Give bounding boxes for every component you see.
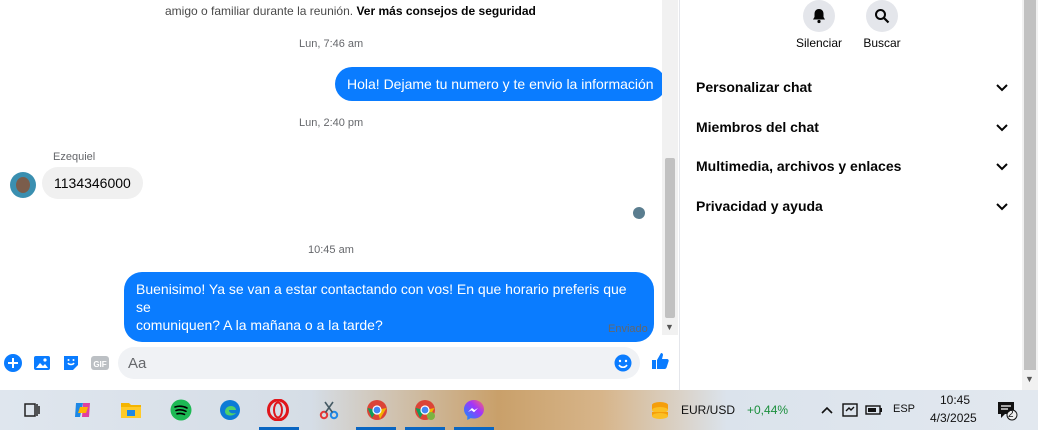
sticker-icon[interactable] — [61, 353, 81, 373]
task-view-icon[interactable] — [20, 398, 44, 422]
battery-icon[interactable] — [862, 398, 886, 422]
scroll-down-arrow-icon[interactable]: ▼ — [1025, 374, 1034, 384]
spotify-icon[interactable] — [169, 398, 193, 422]
plus-icon[interactable] — [3, 353, 23, 373]
section-label: Multimedia, archivos y enlaces — [696, 158, 902, 174]
snipping-tool-icon[interactable] — [317, 398, 341, 422]
chevron-down-icon — [996, 119, 1008, 135]
incoming-message[interactable]: 1134346000 — [42, 167, 143, 199]
bell-icon — [803, 0, 835, 32]
section-privacy-help[interactable]: Privacidad y ayuda — [696, 194, 1008, 218]
sender-name: Ezequiel — [53, 151, 96, 163]
message-line: Buenisimo! Ya se van a estar contactando… — [136, 281, 627, 315]
emoji-icon[interactable] — [614, 354, 632, 377]
safety-notice: amigo o familiar durante la reunión. Ver… — [165, 4, 536, 18]
chat-pane: amigo o familiar durante la reunión. Ver… — [0, 0, 679, 390]
gif-icon[interactable]: GIF — [90, 353, 110, 373]
mute-label: Silenciar — [795, 36, 843, 50]
message-input-box[interactable] — [118, 347, 640, 379]
message-input[interactable] — [128, 353, 598, 373]
timestamp: Lun, 2:40 pm — [299, 117, 364, 129]
input-language[interactable]: ESP — [893, 403, 915, 415]
messenger-icon[interactable] — [462, 398, 486, 422]
ticker-change[interactable]: +0,44% — [747, 403, 788, 417]
thumbs-up-icon[interactable] — [650, 351, 670, 371]
timestamp: Lun, 7:46 am — [299, 38, 364, 50]
image-icon[interactable] — [32, 353, 52, 373]
search-icon — [866, 0, 898, 32]
chevron-down-icon — [996, 158, 1008, 174]
vpn-icon[interactable] — [838, 398, 862, 422]
chevron-down-icon — [996, 198, 1008, 214]
clock-time[interactable]: 10:45 — [940, 393, 970, 407]
scroll-down-arrow-icon[interactable]: ▼ — [665, 322, 674, 332]
section-media-files-links[interactable]: Multimedia, archivos y enlaces — [696, 154, 1008, 178]
section-label: Privacidad y ayuda — [696, 198, 823, 214]
svg-text:GIF: GIF — [93, 360, 106, 369]
outgoing-message[interactable]: Hola! Dejame tu numero y te envio la inf… — [335, 67, 666, 101]
notification-count: 2 — [1008, 409, 1014, 420]
section-chat-members[interactable]: Miembros del chat — [696, 115, 1008, 139]
ticker-pair[interactable]: EUR/USD — [681, 403, 735, 417]
chevron-down-icon — [996, 79, 1008, 95]
timestamp: 10:45 am — [308, 244, 354, 256]
page-scrollbar-thumb[interactable] — [1024, 0, 1036, 370]
mute-button[interactable]: Silenciar — [793, 0, 845, 50]
opera-browser-icon[interactable] — [266, 398, 290, 422]
seen-indicator-avatar — [633, 207, 645, 219]
taskbar: EUR/USD +0,44% ESP 10:45 4/3/2025 2 — [0, 390, 1038, 430]
outgoing-message[interactable]: Buenisimo! Ya se van a estar contactando… — [124, 272, 654, 342]
coins-stack-icon — [648, 398, 672, 422]
safety-tips-link[interactable]: Ver más consejos de seguridad — [356, 4, 535, 18]
safety-notice-text: amigo o familiar durante la reunión. — [165, 4, 354, 18]
section-label: Miembros del chat — [696, 119, 819, 135]
notifications-icon[interactable] — [995, 398, 1019, 422]
edge-browser-icon[interactable] — [218, 398, 242, 422]
message-composer: GIF — [0, 345, 679, 385]
messenger-window: amigo o familiar durante la reunión. Ver… — [0, 0, 1038, 390]
section-personalize-chat[interactable]: Personalizar chat — [696, 75, 1008, 99]
file-explorer-icon[interactable] — [119, 398, 143, 422]
chrome-browser-icon[interactable] — [365, 398, 389, 422]
message-line: comuniquen? A la mañana o a la tarde? — [136, 317, 383, 333]
chat-scrollbar-thumb[interactable] — [665, 158, 675, 318]
chevron-up-icon[interactable] — [815, 398, 839, 422]
avatar[interactable] — [10, 172, 36, 198]
sent-status: Enviado — [608, 323, 648, 335]
clock-date[interactable]: 4/3/2025 — [930, 411, 977, 425]
search-button[interactable]: Buscar — [860, 0, 904, 50]
chrome-profile-icon[interactable] — [413, 398, 437, 422]
section-label: Personalizar chat — [696, 79, 812, 95]
copilot-icon[interactable] — [71, 398, 95, 422]
chat-details-panel: Silenciar Buscar Personalizar chat Miemb… — [679, 0, 1022, 390]
search-label: Buscar — [863, 36, 901, 50]
